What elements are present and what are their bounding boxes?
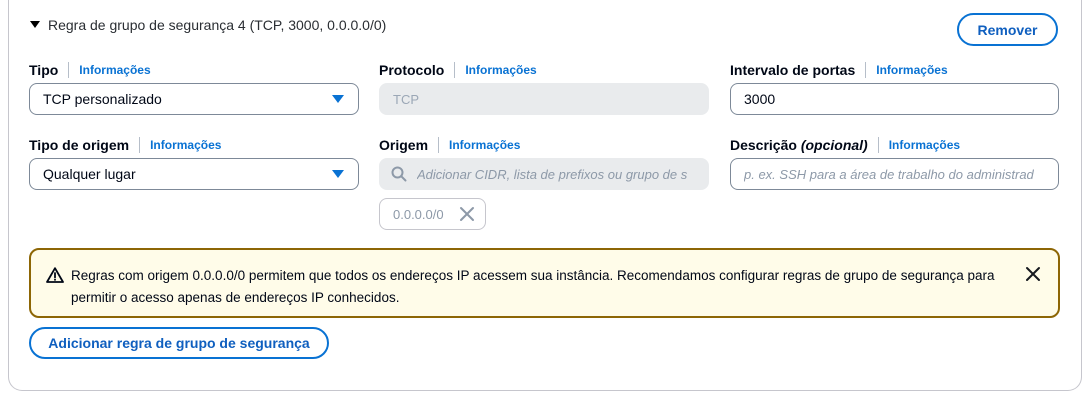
tipo-info-link[interactable]: Informações [79,63,150,77]
descricao-placeholder: p. ex. SSH para a área de trabalho do ad… [744,166,1034,182]
tipo-origem-label: Tipo de origem [29,137,130,153]
rule-title: Regra de grupo de segurança 4 (TCP, 3000… [48,17,387,33]
origem-placeholder: Adicionar CIDR, lista de prefixos ou gru… [417,166,688,182]
descricao-label-text: Descrição [730,137,797,153]
origem-token-label: 0.0.0.0/0 [393,206,444,222]
divider [68,62,70,78]
close-icon[interactable] [1025,266,1041,282]
origem-token: 0.0.0.0/0 [379,198,486,230]
origem-label: Origem [379,137,429,153]
protocolo-label-row: Protocolo Informações [379,62,537,78]
divider [454,62,456,78]
protocolo-info-link[interactable]: Informações [465,63,536,77]
tipo-origem-select[interactable]: Qualquer lugar [29,158,359,190]
add-rule-button[interactable]: Adicionar regra de grupo de segurança [29,327,329,359]
intervalo-info-link[interactable]: Informações [876,63,947,77]
divider [139,137,141,153]
tipo-label-row: Tipo Informações [29,62,151,78]
close-icon[interactable] [459,206,475,222]
origem-label-row: Origem Informações [379,137,520,153]
port-range-input[interactable]: 3000 [730,83,1059,115]
descricao-info-link[interactable]: Informações [889,138,960,152]
protocolo-field: TCP [379,83,709,115]
descricao-label: Descrição (opcional) [730,137,868,153]
divider [438,137,440,153]
tipo-origem-label-row: Tipo de origem Informações [29,137,221,153]
caret-down-icon[interactable] [30,20,40,28]
divider [865,62,867,78]
descricao-optional: (opcional) [800,137,868,153]
protocolo-label: Protocolo [379,62,445,78]
tipo-origem-info-link[interactable]: Informações [150,138,221,152]
descricao-label-row: Descrição (opcional) Informações [730,137,960,153]
tipo-value: TCP personalizado [43,91,162,107]
port-range-value: 3000 [744,91,776,107]
alert-message: Regras com origem 0.0.0.0/0 permitem que… [71,268,995,305]
origem-search-input[interactable]: Adicionar CIDR, lista de prefixos ou gru… [379,158,709,190]
remove-button[interactable]: Remover [957,13,1058,46]
tipo-origem-value: Qualquer lugar [43,166,136,182]
protocolo-value: TCP [393,91,419,107]
descricao-input[interactable]: p. ex. SSH para a área de trabalho do ad… [730,158,1059,190]
warning-icon [46,267,64,283]
rule-header[interactable]: Regra de grupo de segurança 4 (TCP, 3000… [30,17,386,33]
tipo-select[interactable]: TCP personalizado [29,83,359,115]
intervalo-label: Intervalo de portas [730,62,856,78]
dropdown-arrow-icon [332,95,344,103]
origem-info-link[interactable]: Informações [449,138,520,152]
warning-alert: Regras com origem 0.0.0.0/0 permitem que… [29,248,1060,318]
tipo-label: Tipo [29,62,59,78]
dropdown-arrow-icon [332,170,344,178]
search-icon [391,166,407,182]
divider [877,137,879,153]
intervalo-label-row: Intervalo de portas Informações [730,62,948,78]
